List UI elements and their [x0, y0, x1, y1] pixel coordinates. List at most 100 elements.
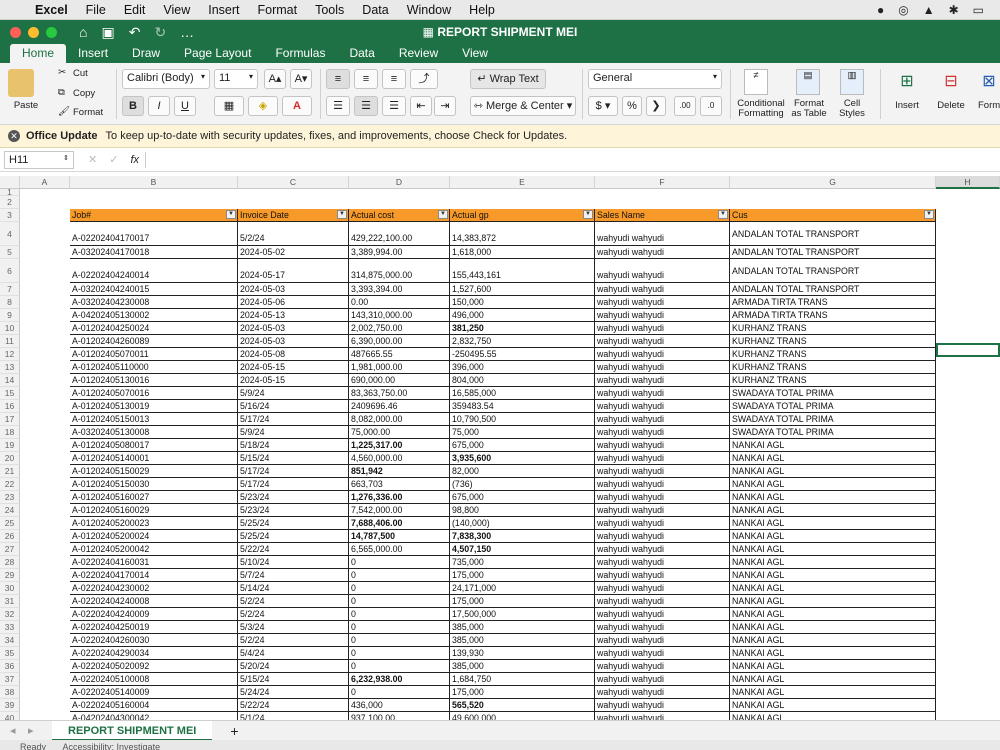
- font-size-select[interactable]: 11 ▾: [214, 69, 258, 89]
- cell-sales[interactable]: wahyudi wahyudi: [595, 530, 730, 543]
- menu-format[interactable]: Format: [249, 3, 307, 17]
- accept-formula-icon[interactable]: ✓: [109, 153, 118, 166]
- cell-gp[interactable]: 17,500,000: [450, 608, 595, 621]
- tab-page-layout[interactable]: Page Layout: [172, 44, 263, 63]
- cell-sales[interactable]: wahyudi wahyudi: [595, 259, 730, 283]
- cell-cus[interactable]: ARMADA TIRTA TRANS: [730, 309, 936, 322]
- cell-job[interactable]: A-03202404230008: [70, 296, 238, 309]
- cell-gp[interactable]: 2,832,750: [450, 335, 595, 348]
- conditional-formatting-icon[interactable]: ≠: [744, 69, 768, 95]
- zoom-window-button[interactable]: [46, 26, 57, 38]
- column-header-c[interactable]: C: [238, 176, 349, 189]
- merge-center-button[interactable]: ⇿ Merge & Center ▾: [470, 96, 576, 116]
- cell-sales[interactable]: wahyudi wahyudi: [595, 283, 730, 296]
- tab-insert[interactable]: Insert: [66, 44, 120, 63]
- menu-window[interactable]: Window: [398, 3, 460, 17]
- row-number[interactable]: 37: [0, 673, 20, 686]
- row-number[interactable]: 22: [0, 478, 20, 491]
- cell-date[interactable]: 5/9/24: [238, 387, 349, 400]
- cell-date[interactable]: 5/15/24: [238, 673, 349, 686]
- battery-icon[interactable]: ▭: [973, 3, 984, 17]
- increase-font-button[interactable]: A▴: [264, 69, 286, 89]
- wrap-text-button[interactable]: ↵ Wrap Text: [470, 69, 546, 89]
- cell-sales[interactable]: wahyudi wahyudi: [595, 569, 730, 582]
- cut-icon[interactable]: ✂: [58, 67, 66, 78]
- cell-cus[interactable]: NANKAI AGL: [730, 517, 936, 530]
- undo-icon[interactable]: ↶: [129, 24, 141, 41]
- cell-gp[interactable]: 16,585,000: [450, 387, 595, 400]
- cell-gp[interactable]: 385,000: [450, 621, 595, 634]
- app-menu[interactable]: Excel: [26, 3, 77, 17]
- column-header-f[interactable]: F: [595, 176, 730, 189]
- cell-sales[interactable]: wahyudi wahyudi: [595, 387, 730, 400]
- function-icon[interactable]: fx: [130, 154, 139, 166]
- cell-cus[interactable]: NANKAI AGL: [730, 491, 936, 504]
- save-icon[interactable]: ▣: [101, 24, 114, 41]
- cell-cus[interactable]: ANDALAN TOTAL TRANSPORT: [730, 259, 936, 283]
- cell-date[interactable]: 5/2/24: [238, 222, 349, 246]
- format-painter-button[interactable]: Format: [73, 107, 103, 118]
- bluetooth-icon[interactable]: ✱: [949, 3, 959, 17]
- cell-cost[interactable]: 1,276,336.00: [349, 491, 450, 504]
- column-header-b[interactable]: B: [70, 176, 238, 189]
- row-number[interactable]: 25: [0, 517, 20, 530]
- cell-cost[interactable]: 2409696.46: [349, 400, 450, 413]
- row-number[interactable]: 33: [0, 621, 20, 634]
- column-header-h[interactable]: H: [936, 176, 1000, 189]
- cell-sales[interactable]: wahyudi wahyudi: [595, 517, 730, 530]
- cell-date[interactable]: 5/4/24: [238, 647, 349, 660]
- increase-decimal-button[interactable]: .00: [674, 96, 696, 116]
- row-number[interactable]: 31: [0, 595, 20, 608]
- cell-gp[interactable]: 496,000: [450, 309, 595, 322]
- cell-job[interactable]: A-02202405160004: [70, 699, 238, 712]
- select-all-corner[interactable]: [0, 176, 20, 189]
- minimize-window-button[interactable]: [28, 26, 39, 38]
- cell-job[interactable]: A-01202405070011: [70, 348, 238, 361]
- column-header-a[interactable]: A: [20, 176, 70, 189]
- cell-cus[interactable]: KURHANZ TRANS: [730, 348, 936, 361]
- cell-gp[interactable]: 82,000: [450, 465, 595, 478]
- cell-sales[interactable]: wahyudi wahyudi: [595, 465, 730, 478]
- filter-dropdown-icon[interactable]: ▼: [438, 210, 448, 219]
- cell-gp[interactable]: -250495.55: [450, 348, 595, 361]
- cell-job[interactable]: A-01202405070016: [70, 387, 238, 400]
- decrease-indent-button[interactable]: ⇤: [410, 96, 432, 116]
- row-number[interactable]: 4: [0, 222, 20, 246]
- cell-date[interactable]: 5/7/24: [238, 569, 349, 582]
- cell-cus[interactable]: NANKAI AGL: [730, 439, 936, 452]
- cell-sales[interactable]: wahyudi wahyudi: [595, 452, 730, 465]
- cell-cus[interactable]: NANKAI AGL: [730, 621, 936, 634]
- cell-sales[interactable]: wahyudi wahyudi: [595, 348, 730, 361]
- cell-job[interactable]: A-02202404170014: [70, 569, 238, 582]
- cell-cost[interactable]: 0: [349, 621, 450, 634]
- row-number[interactable]: 30: [0, 582, 20, 595]
- cell-cost[interactable]: 0: [349, 582, 450, 595]
- clipboard-icon[interactable]: [8, 69, 34, 97]
- cell-cus[interactable]: NANKAI AGL: [730, 452, 936, 465]
- row-number[interactable]: 13: [0, 361, 20, 374]
- cell-job[interactable]: A-01202405110000: [70, 361, 238, 374]
- cell-sales[interactable]: wahyudi wahyudi: [595, 335, 730, 348]
- cell-cus[interactable]: NANKAI AGL: [730, 465, 936, 478]
- cell-cost[interactable]: 0: [349, 608, 450, 621]
- cell-job[interactable]: A-01202405200023: [70, 517, 238, 530]
- menu-insert[interactable]: Insert: [199, 3, 248, 17]
- cell-date[interactable]: 5/24/24: [238, 686, 349, 699]
- cell-sales[interactable]: wahyudi wahyudi: [595, 400, 730, 413]
- cell-gp[interactable]: 175,000: [450, 595, 595, 608]
- cell-sales[interactable]: wahyudi wahyudi: [595, 374, 730, 387]
- row-number[interactable]: 8: [0, 296, 20, 309]
- cell-date[interactable]: 2024-05-03: [238, 335, 349, 348]
- cell-date[interactable]: 5/17/24: [238, 413, 349, 426]
- cell-cus[interactable]: NANKAI AGL: [730, 608, 936, 621]
- cell-gp[interactable]: 98,800: [450, 504, 595, 517]
- row-number[interactable]: 32: [0, 608, 20, 621]
- cell-sales[interactable]: wahyudi wahyudi: [595, 556, 730, 569]
- cell-gp[interactable]: 735,000: [450, 556, 595, 569]
- cell-sales[interactable]: wahyudi wahyudi: [595, 621, 730, 634]
- cell-job[interactable]: A-01202405140001: [70, 452, 238, 465]
- row-number[interactable]: 5: [0, 246, 20, 259]
- cell-sales[interactable]: wahyudi wahyudi: [595, 478, 730, 491]
- cell-cus[interactable]: NANKAI AGL: [730, 530, 936, 543]
- increase-indent-button[interactable]: ⇥: [434, 96, 456, 116]
